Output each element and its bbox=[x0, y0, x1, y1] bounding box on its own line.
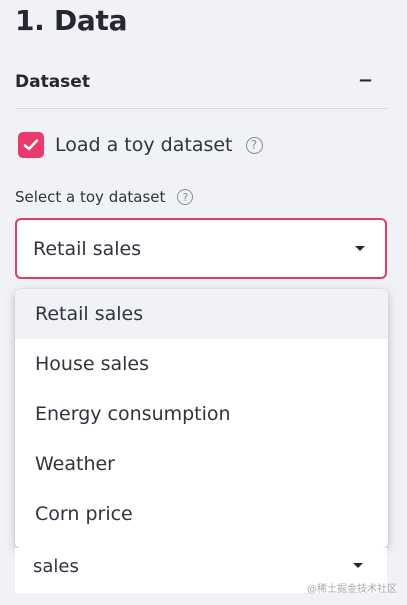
chevron-down-icon bbox=[355, 246, 365, 251]
dropdown-option-retail-sales[interactable]: Retail sales bbox=[15, 289, 388, 339]
toy-dataset-dropdown-menu: Retail sales House sales Energy consumpt… bbox=[15, 289, 388, 548]
column-select-value: sales bbox=[33, 556, 79, 577]
load-toy-dataset-checkbox-row[interactable]: Load a toy dataset ? bbox=[18, 132, 263, 158]
dropdown-option-corn-price[interactable]: Corn price bbox=[15, 489, 388, 539]
section-divider bbox=[15, 108, 387, 109]
help-icon[interactable]: ? bbox=[177, 189, 194, 205]
watermark: @稀土掘金技术社区 bbox=[307, 584, 397, 595]
select-toy-dataset-label: Select a toy dataset bbox=[15, 188, 166, 206]
page-title: 1. Data bbox=[15, 4, 128, 37]
help-icon[interactable]: ? bbox=[245, 136, 263, 154]
collapse-section-button[interactable]: − bbox=[358, 70, 373, 91]
load-toy-dataset-label: Load a toy dataset bbox=[55, 134, 233, 156]
toy-dataset-select-value: Retail sales bbox=[33, 238, 142, 260]
toy-dataset-select[interactable]: Retail sales bbox=[15, 218, 387, 279]
dropdown-option-weather[interactable]: Weather bbox=[15, 439, 388, 489]
chevron-down-icon bbox=[353, 563, 363, 568]
dropdown-option-energy-consumption[interactable]: Energy consumption bbox=[15, 389, 388, 439]
dropdown-option-house-sales[interactable]: House sales bbox=[15, 339, 388, 389]
dataset-section-title: Dataset bbox=[15, 72, 90, 92]
load-toy-dataset-checkbox[interactable] bbox=[18, 132, 44, 158]
dataset-section-header[interactable]: Dataset − bbox=[15, 70, 387, 94]
select-toy-dataset-label-row: Select a toy dataset ? bbox=[15, 188, 194, 206]
checkmark-icon bbox=[23, 139, 39, 151]
